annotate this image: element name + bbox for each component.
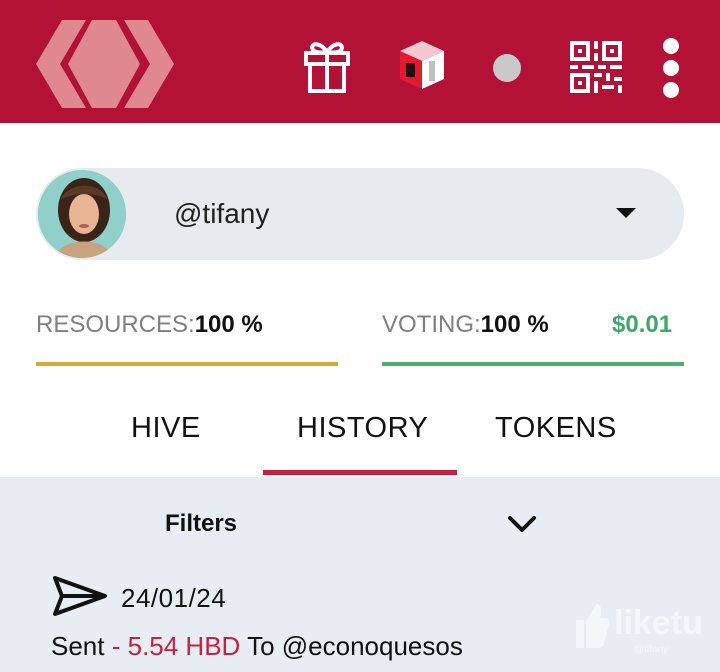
voting-label: VOTING:	[382, 311, 481, 338]
qr-code-icon[interactable]	[570, 41, 622, 93]
keychain-icon[interactable]	[396, 38, 448, 92]
transaction-type: Sent	[51, 631, 105, 661]
voting-bar	[382, 362, 684, 366]
menu-dot	[663, 38, 679, 54]
transaction-separator: -	[104, 631, 128, 661]
send-icon	[53, 576, 107, 616]
filters-label[interactable]: Filters	[165, 510, 237, 538]
resources-value: 100 %	[194, 311, 263, 338]
account-username: @tifany	[174, 198, 270, 229]
liketu-logo-icon	[576, 604, 610, 648]
watermark-user: @tifany	[634, 644, 669, 655]
user-avatar	[38, 170, 126, 258]
hive-logo-icon	[36, 20, 174, 108]
app-header	[0, 0, 720, 123]
voting-value: 100 %	[480, 311, 549, 338]
menu-dot	[663, 82, 679, 98]
voting-stat: VOTING:100 %	[382, 311, 549, 339]
transaction-amount: 5.54 HBD	[127, 631, 241, 661]
active-tab-indicator	[263, 470, 457, 475]
resources-bar	[36, 362, 338, 366]
caret-down-icon[interactable]	[616, 208, 636, 218]
resources-label: RESOURCES:	[36, 311, 195, 338]
transaction-direction: To	[240, 631, 282, 661]
chevron-down-icon[interactable]	[506, 512, 538, 536]
account-selector[interactable]: @tifany	[36, 168, 684, 260]
status-dot-icon[interactable]	[493, 54, 521, 82]
watermark: liketu @tifany	[570, 600, 710, 660]
transaction-date: 24/01/24	[121, 583, 227, 613]
menu-dot	[663, 60, 679, 76]
transaction-description: Sent - 5.54 HBD To @econoquesos	[51, 631, 463, 662]
transaction-counterparty[interactable]: @econoquesos	[282, 631, 463, 661]
tab-hive[interactable]: HIVE	[131, 412, 201, 445]
tab-history[interactable]: HISTORY	[297, 412, 428, 445]
vote-value: $0.01	[612, 311, 673, 338]
watermark-text: liketu	[614, 604, 703, 642]
more-vertical-icon[interactable]	[656, 38, 686, 98]
gift-icon[interactable]	[300, 36, 354, 96]
tab-tokens[interactable]: TOKENS	[495, 412, 617, 445]
resources-stat: RESOURCES:100 %	[36, 311, 263, 339]
